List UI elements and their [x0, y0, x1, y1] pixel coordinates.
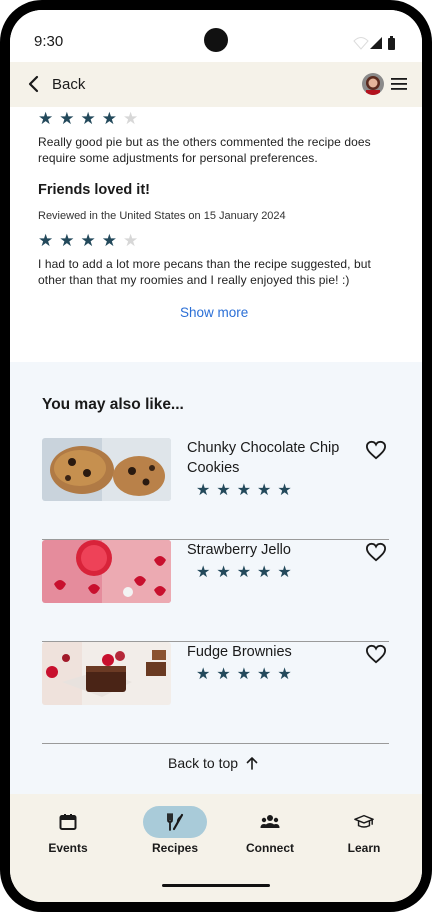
star-icon: ★ — [196, 482, 211, 499]
screen: 9:30 Back ★ ★ ★ ★ ★ Really good pie but … — [10, 10, 422, 902]
star-icon: ★ — [101, 231, 117, 250]
star-icon: ★ — [59, 231, 75, 250]
battery-icon — [388, 38, 395, 50]
jello-photo[interactable] — [42, 540, 171, 603]
wifi-icon — [353, 37, 369, 50]
app-bar: Back — [10, 62, 422, 107]
suggestions-section: You may also like... Chunky Chocolate Ch… — [10, 362, 422, 794]
recipe-rating: ★ ★ ★ ★ ★ — [196, 483, 292, 499]
recipe-title[interactable]: Fudge Brownies — [187, 642, 357, 662]
star-icon: ★ — [216, 482, 231, 499]
people-icon — [260, 815, 280, 828]
star-icon: ★ — [59, 109, 75, 128]
recipe-title[interactable]: Chunky Chocolate Chip Cookies — [187, 438, 357, 478]
star-icon: ★ — [257, 666, 272, 683]
recipe-card-jello[interactable]: Strawberry Jello ★ ★ ★ ★ ★ — [42, 540, 389, 642]
nav-label: Events — [48, 841, 88, 855]
star-icon: ★ — [38, 231, 54, 250]
graduation-cap-icon — [354, 814, 374, 828]
status-time: 9:30 — [34, 33, 64, 50]
hamburger-menu-icon[interactable] — [391, 77, 407, 91]
signal-icon — [370, 37, 382, 49]
nav-item-learn[interactable]: Learn — [324, 806, 404, 855]
heart-icon[interactable] — [365, 644, 387, 664]
recipe-card-cookies[interactable]: Chunky Chocolate Chip Cookies ★ ★ ★ ★ ★ — [42, 438, 389, 540]
star-icon: ★ — [216, 564, 231, 581]
nav-item-recipes[interactable]: Recipes — [135, 806, 215, 855]
utensils-icon — [167, 813, 184, 831]
heart-icon[interactable] — [365, 440, 387, 460]
recipe-title[interactable]: Strawberry Jello — [187, 540, 357, 560]
back-to-top-button[interactable]: Back to top — [168, 755, 258, 771]
cookies-photo[interactable] — [42, 438, 171, 501]
phone-frame: 9:30 Back ★ ★ ★ ★ ★ Really good pie but … — [0, 0, 432, 912]
nav-item-events[interactable]: Events — [28, 806, 108, 855]
review-2-text: I had to add a lot more pecans than the … — [38, 257, 371, 287]
star-icon: ★ — [277, 482, 292, 499]
star-icon: ★ — [196, 564, 211, 581]
star-icon: ★ — [80, 231, 96, 250]
nav-item-connect[interactable]: Connect — [230, 806, 310, 855]
arrow-up-icon — [246, 757, 258, 770]
star-icon: ★ — [38, 109, 54, 128]
show-more-link[interactable]: Show more — [180, 305, 248, 320]
star-empty-icon: ★ — [123, 231, 139, 250]
star-icon: ★ — [196, 666, 211, 683]
avatar[interactable] — [362, 73, 384, 95]
brownies-photo[interactable] — [42, 642, 171, 705]
star-empty-icon: ★ — [123, 109, 139, 128]
star-icon: ★ — [277, 666, 292, 683]
recipe-rating: ★ ★ ★ ★ ★ — [196, 667, 292, 683]
heart-icon[interactable] — [365, 542, 387, 562]
review-1-rating: ★ ★ ★ ★ ★ — [38, 110, 138, 127]
back-to-top-label: Back to top — [168, 755, 239, 771]
review-2-meta: Reviewed in the United States on 15 Janu… — [38, 210, 286, 222]
star-icon: ★ — [257, 564, 272, 581]
review-2-rating: ★ ★ ★ ★ ★ — [38, 232, 138, 249]
star-icon: ★ — [236, 482, 252, 499]
star-icon: ★ — [101, 109, 117, 128]
recipe-rating: ★ ★ ★ ★ ★ — [196, 565, 292, 581]
review-1-text: Really good pie but as the others commen… — [38, 135, 371, 165]
nav-label: Recipes — [151, 841, 199, 855]
status-bar: 9:30 — [10, 10, 422, 62]
nav-label: Learn — [347, 841, 381, 855]
nav-label: Connect — [246, 841, 294, 855]
star-icon: ★ — [236, 666, 252, 683]
bottom-nav: Events Recipes Connect Learn — [10, 794, 422, 902]
status-icons — [353, 36, 395, 50]
back-button[interactable]: Back — [52, 76, 85, 93]
star-icon: ★ — [216, 666, 231, 683]
recipe-card-brownies[interactable]: Fudge Brownies ★ ★ ★ ★ ★ — [42, 642, 389, 744]
home-indicator[interactable] — [162, 884, 270, 887]
star-icon: ★ — [80, 109, 96, 128]
review-2-title: Friends loved it! — [38, 182, 150, 198]
star-icon: ★ — [277, 564, 292, 581]
star-icon: ★ — [257, 482, 272, 499]
suggestions-heading: You may also like... — [42, 396, 184, 413]
calendar-icon — [59, 814, 77, 830]
star-icon: ★ — [236, 564, 252, 581]
back-arrow-icon[interactable] — [24, 74, 44, 94]
camera-cutout — [204, 28, 228, 52]
